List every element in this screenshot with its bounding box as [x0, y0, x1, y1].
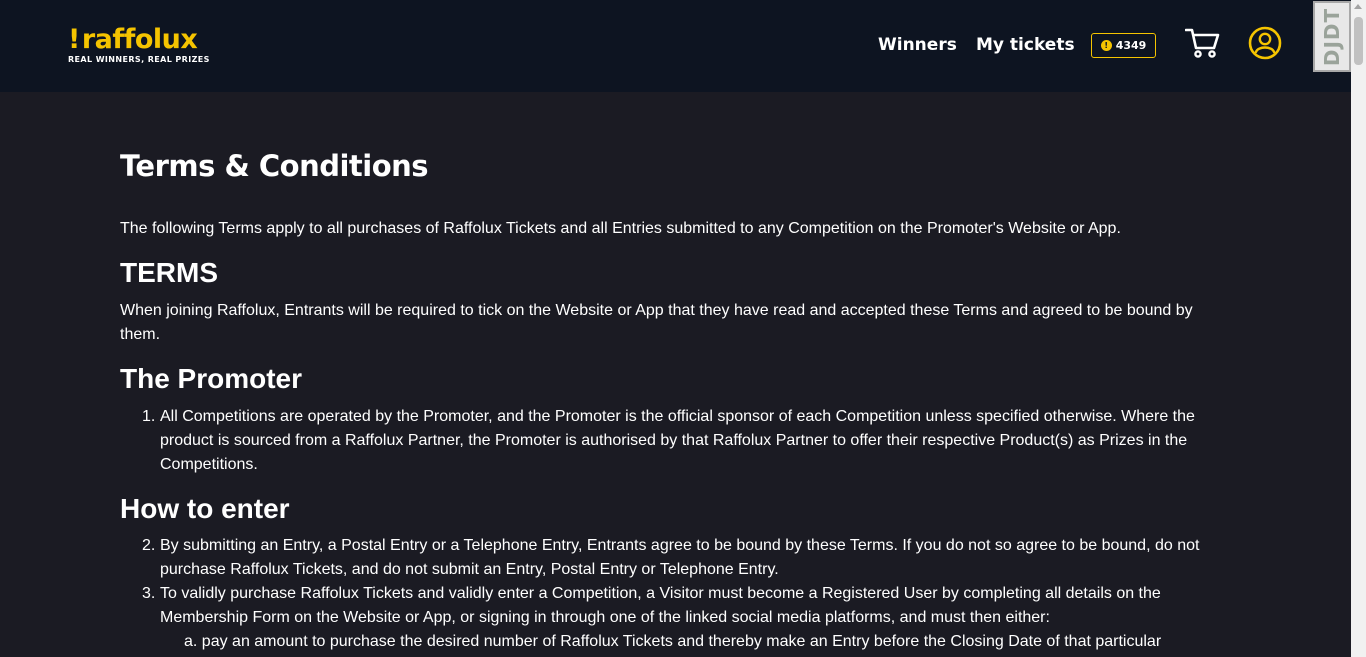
list-item-line: Membership Form on the Website or App, o… — [160, 609, 1050, 626]
scroll-thumb[interactable] — [1354, 17, 1363, 65]
logo-exclamation-icon: ! — [68, 24, 80, 55]
page-title: Terms & Conditions — [120, 149, 429, 183]
site-header: ! raffolux REAL WINNERS, REAL PRIZES Winn… — [0, 0, 1366, 92]
list-item: 3. To validly purchase Raffolux Tickets … — [142, 582, 1220, 630]
list-item-number: 1. — [142, 408, 156, 425]
raffolux-logo[interactable]: ! raffolux REAL WINNERS, REAL PRIZES — [68, 24, 210, 64]
list-item-line: All Competitions are operated by the Pro… — [160, 408, 1195, 425]
scroll-up-arrow-icon[interactable] — [1354, 4, 1362, 9]
sub-list-item: a. pay an amount to purchase the desired… — [184, 630, 1161, 654]
list-item-number: 3. — [142, 585, 156, 602]
list-item-line: purchase Raffolux Tickets, and do not su… — [160, 561, 779, 578]
nav-winners-link[interactable]: Winners — [878, 34, 957, 56]
cart-icon[interactable] — [1184, 27, 1221, 64]
section-heading-promoter: The Promoter — [120, 363, 303, 394]
coin-balance-value: 4349 — [1115, 39, 1147, 52]
list-item-line: product is sourced from a Raffolux Partn… — [160, 432, 1188, 449]
terms-paragraph-line: When joining Raffolux, Entrants will be … — [120, 302, 1193, 319]
list-item: 2. By submitting an Entry, a Postal Entr… — [142, 534, 1220, 582]
logo-wordmark: ! raffolux — [68, 24, 210, 56]
nav-my-tickets-link[interactable]: My tickets — [976, 34, 1075, 56]
sub-list-item-label: a. — [184, 633, 198, 650]
user-icon[interactable] — [1248, 26, 1282, 65]
list-item: 1. All Competitions are operated by the … — [142, 405, 1220, 477]
terms-content: Terms & Conditions The following Terms a… — [120, 148, 1220, 650]
sub-list-item-text: pay an amount to purchase the desired nu… — [201, 633, 1162, 650]
list-item-line: Competitions. — [160, 456, 258, 473]
section-heading-how-to-enter: How to enter — [120, 493, 290, 524]
coin-balance-badge[interactable]: ! 4349 — [1091, 33, 1156, 58]
list-item-number: 2. — [142, 537, 156, 554]
intro-paragraph: The following Terms apply to all purchas… — [120, 220, 1121, 237]
logo-text: raffolux — [81, 24, 198, 55]
section-heading-terms: TERMS — [120, 257, 218, 288]
list-item-line: By submitting an Entry, a Postal Entry o… — [160, 537, 1200, 554]
coin-icon: ! — [1100, 40, 1112, 51]
debug-toolbar-label: DJDT — [1320, 7, 1345, 66]
debug-toolbar-handle[interactable]: DJDT — [1313, 1, 1351, 72]
logo-tagline: REAL WINNERS, REAL PRIZES — [68, 55, 210, 64]
terms-paragraph-line: them. — [120, 326, 161, 343]
list-item-line: To validly purchase Raffolux Tickets and… — [160, 585, 1161, 602]
page-scrollbar[interactable] — [1351, 0, 1366, 657]
